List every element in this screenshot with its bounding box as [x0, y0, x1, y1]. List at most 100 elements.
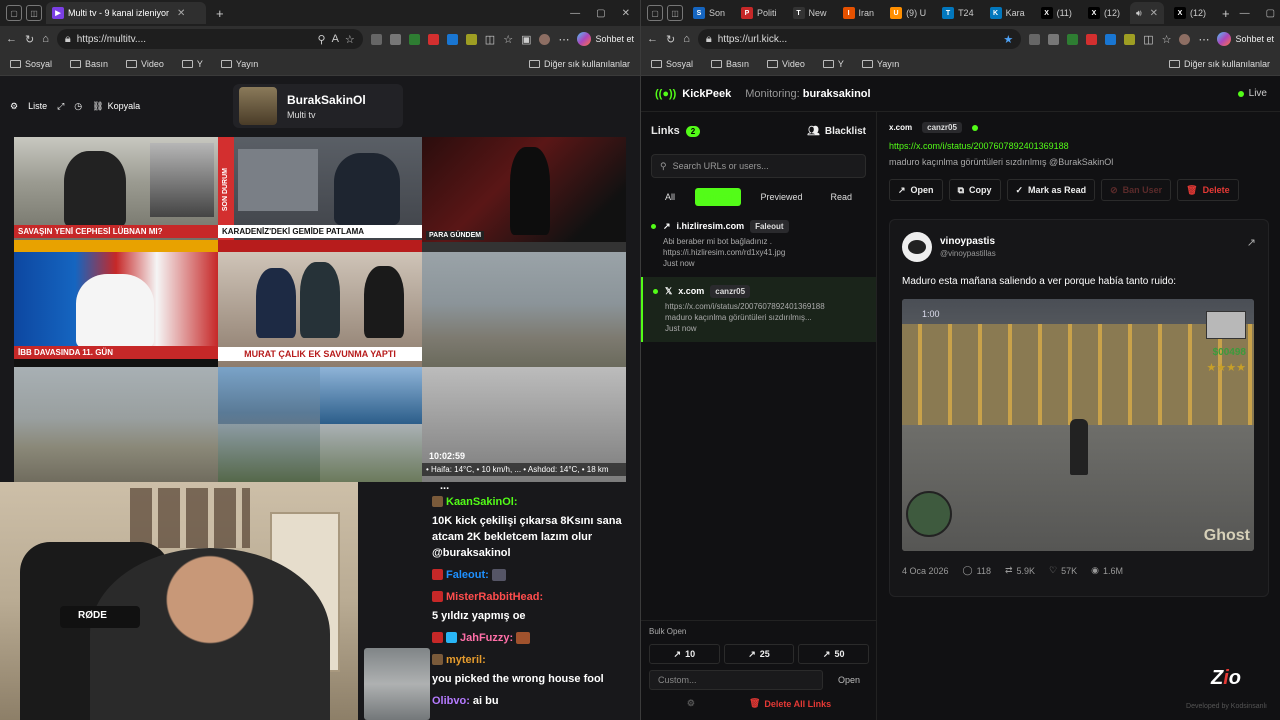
- refresh-icon[interactable]: ↻: [25, 33, 34, 46]
- filter-previewed[interactable]: Previewed: [752, 188, 810, 206]
- tab[interactable]: T T24: [936, 2, 980, 24]
- retweets-stat[interactable]: ⇄ 5.9K: [1005, 565, 1035, 576]
- tab[interactable]: X (12): [1168, 2, 1212, 24]
- custom-count-input[interactable]: Custom...: [649, 670, 823, 690]
- new-tab-button[interactable]: +: [1216, 6, 1236, 21]
- copy-link-button[interactable]: ⛓ Kopyala: [92, 101, 140, 112]
- close-window-icon[interactable]: ✕: [622, 8, 630, 19]
- bookmark-folder[interactable]: Y: [822, 59, 844, 69]
- user-avatar[interactable]: [1179, 33, 1191, 45]
- more-icon[interactable]: ⋯: [1198, 33, 1209, 46]
- tab[interactable]: X (11): [1035, 2, 1078, 24]
- tv-cell[interactable]: [14, 367, 218, 482]
- extension-icon[interactable]: [1048, 33, 1060, 45]
- ban-user-button[interactable]: ⊘ Ban User: [1101, 179, 1172, 201]
- back-icon[interactable]: ←: [6, 33, 17, 45]
- address-bar[interactable]: 🔒︎ https://multitv.... ⚲ A ☆: [56, 29, 363, 49]
- tweet-video[interactable]: 1:00 $00498 ★★★★ Ghost: [902, 299, 1254, 551]
- extension-icon[interactable]: [1124, 33, 1136, 45]
- favorite-star-icon[interactable]: ★: [1003, 33, 1013, 46]
- user-avatar[interactable]: [539, 33, 551, 45]
- bookmark-folder[interactable]: Yayın: [861, 59, 899, 69]
- copilot-chat-button[interactable]: Sohbet et: [577, 32, 634, 46]
- tv-cell[interactable]: [218, 367, 422, 482]
- settings-icon[interactable]: ⚙: [10, 101, 18, 112]
- minimize-icon[interactable]: —: [1240, 8, 1250, 19]
- favorite-star-icon[interactable]: ☆: [345, 33, 355, 46]
- tab[interactable]: S Son: [687, 2, 731, 24]
- bulk-open-10-button[interactable]: ↗ 10: [649, 644, 720, 664]
- read-aloud-icon[interactable]: A: [332, 33, 339, 45]
- extension-icon[interactable]: [1067, 33, 1079, 45]
- bookmark-folder[interactable]: Y: [181, 59, 203, 69]
- delete-button[interactable]: 🗑︎ Delete: [1177, 179, 1239, 201]
- refresh-icon[interactable]: ↻: [666, 33, 675, 46]
- tab[interactable]: U (9) U: [884, 2, 932, 24]
- tab[interactable]: I Iran: [837, 2, 881, 24]
- bookmark-folder[interactable]: Video: [767, 59, 805, 69]
- tv-cell[interactable]: İBB DAVASINDA 11. GÜN: [14, 252, 218, 367]
- maximize-icon[interactable]: ▢: [596, 8, 605, 19]
- likes-stat[interactable]: ♡ 57K: [1049, 565, 1077, 576]
- copilot-chat-button[interactable]: Sohbet et: [1217, 32, 1274, 46]
- other-favorites[interactable]: Diğer sık kullanılanlar: [1168, 59, 1270, 69]
- tv-cell[interactable]: 10:02:59 • Haifa: 14°C, • 10 km/h, ... •…: [422, 367, 626, 482]
- settings-icon[interactable]: ⚙: [687, 698, 695, 709]
- bookmark-folder[interactable]: Basın: [70, 59, 108, 69]
- profile-icon[interactable]: ▢: [647, 5, 663, 21]
- bookmark-folder[interactable]: Basın: [711, 59, 749, 69]
- mark-as-read-button[interactable]: ✓ Mark as Read: [1006, 179, 1096, 201]
- split-screen-icon[interactable]: ◫: [1143, 33, 1153, 46]
- tab-active[interactable]: 🔊︎ ✕: [1129, 2, 1165, 24]
- collections-icon[interactable]: ▣: [521, 33, 531, 46]
- external-link-icon[interactable]: ↗: [1247, 236, 1256, 249]
- copy-button[interactable]: ⧉ Copy: [948, 179, 1001, 201]
- close-tab-icon[interactable]: ✕: [1150, 8, 1158, 19]
- filter-unread[interactable]: Unread: [694, 188, 741, 206]
- maximize-icon[interactable]: ▢: [1266, 8, 1275, 19]
- link-item[interactable]: ↗ i.hizliresim.com Faleout Abi beraber mi …: [641, 212, 876, 277]
- address-bar[interactable]: 🔒︎ https://url.kick... ★: [697, 29, 1022, 49]
- other-favorites[interactable]: Diğer sık kullanılanlar: [528, 59, 630, 69]
- extension-icon[interactable]: [1086, 33, 1098, 45]
- profile-icon[interactable]: ▢: [6, 5, 22, 21]
- extension-icon[interactable]: [427, 33, 439, 45]
- search-input[interactable]: ⚲ Search URLs or users...: [651, 154, 866, 178]
- open-button[interactable]: ↗ Open: [889, 179, 943, 201]
- replies-stat[interactable]: ◯ 118: [963, 565, 991, 576]
- blacklist-button[interactable]: 👥︎ Blacklist: [807, 126, 866, 137]
- filter-all[interactable]: All: [657, 188, 683, 206]
- favorites-icon[interactable]: ☆: [503, 33, 513, 46]
- back-icon[interactable]: ←: [647, 33, 658, 45]
- extension-icon[interactable]: [389, 33, 401, 45]
- bulk-open-25-button[interactable]: ↗ 25: [723, 644, 795, 664]
- bookmark-folder[interactable]: Video: [126, 59, 164, 69]
- tab[interactable]: T New: [787, 2, 833, 24]
- bookmark-folder[interactable]: Sosyal: [651, 59, 693, 69]
- workspaces-icon[interactable]: ◫: [26, 5, 42, 21]
- tv-cell[interactable]: PARA GÜNDEM: [422, 137, 626, 252]
- extension-icon[interactable]: [446, 33, 458, 45]
- link-item-selected[interactable]: 𝕏x.com canzr05 https://x.com/i/status/200…: [641, 277, 876, 342]
- tv-cell[interactable]: SAVAŞIN YENİ CEPHESİ LÜBNAN MI?: [14, 137, 218, 252]
- split-screen-icon[interactable]: ◫: [485, 33, 495, 46]
- tracking-icon[interactable]: ⚲: [318, 33, 326, 46]
- delete-all-links-button[interactable]: ⚙ 🗑︎ Delete All Links: [649, 698, 869, 709]
- tab[interactable]: X (12): [1082, 2, 1126, 24]
- home-icon[interactable]: ⌂: [42, 33, 49, 45]
- history-icon[interactable]: ◷: [74, 101, 82, 112]
- tv-cell[interactable]: SON DURUM KARADENİZ'DEKİ GEMİDE PATLAMA: [218, 137, 422, 252]
- favorites-icon[interactable]: ☆: [1162, 33, 1172, 46]
- home-icon[interactable]: ⌂: [683, 33, 690, 45]
- bookmark-folder[interactable]: Sosyal: [10, 59, 52, 69]
- custom-open-button[interactable]: Open: [829, 670, 869, 690]
- new-tab-button[interactable]: +: [210, 6, 230, 21]
- tab[interactable]: P Politi: [735, 2, 783, 24]
- list-button[interactable]: Liste: [28, 101, 47, 111]
- bookmark-folder[interactable]: Yayın: [220, 59, 258, 69]
- fullscreen-icon[interactable]: ⤢: [57, 101, 64, 112]
- minimize-icon[interactable]: —: [570, 8, 580, 19]
- workspaces-icon[interactable]: ◫: [667, 5, 683, 21]
- extension-icon[interactable]: [465, 33, 477, 45]
- tv-cell[interactable]: MURAT ÇALIK EK SAVUNMA YAPTI: [218, 252, 422, 367]
